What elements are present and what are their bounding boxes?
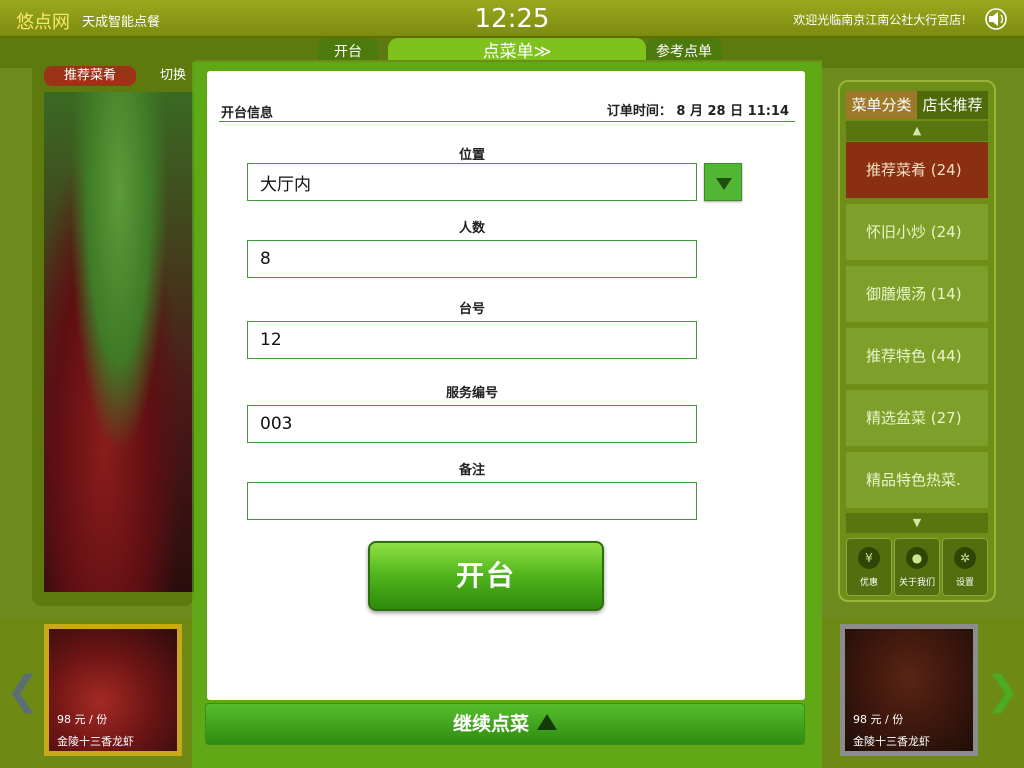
chevron-left-icon[interactable]: ❮	[6, 668, 40, 714]
switch-view-button[interactable]: 切换	[160, 66, 194, 86]
dish-price: 98 元 / 份	[853, 713, 904, 726]
note-label: 备注	[458, 463, 485, 478]
dish-price: 98 元 / 份	[57, 713, 108, 726]
settings-button[interactable]: ✲ 设置	[942, 538, 988, 596]
speaker-icon[interactable]	[984, 7, 1010, 31]
service-number-label: 服务编号	[445, 386, 498, 401]
gear-icon: ✲	[954, 547, 976, 569]
triangle-up-icon	[537, 714, 557, 730]
guests-field[interactable]	[247, 240, 697, 278]
person-icon: ●	[906, 547, 928, 569]
dish-card[interactable]: 98 元 / 份 金陵十三香龙虾	[840, 624, 978, 756]
top-bar: 悠点网 天成智能点餐 12:25 欢迎光临南京江南公社大行宫店!	[0, 0, 1024, 38]
location-label: 位置	[458, 148, 485, 163]
discount-button[interactable]: ¥ 优惠	[846, 538, 892, 596]
dish-image: 98 元 / 份 金陵十三香龙虾	[49, 629, 177, 751]
category-item[interactable]: 怀旧小炒 (24)	[846, 204, 988, 266]
tab-menu-categories[interactable]: 菜单分类	[846, 91, 917, 119]
open-table-button[interactable]: 开台	[368, 541, 604, 611]
sidebar-footer: ¥ 优惠 ● 关于我们 ✲ 设置	[846, 538, 988, 596]
clock: 12:25	[474, 4, 550, 34]
dish-name: 金陵十三香龙虾	[57, 735, 134, 748]
location-field[interactable]	[247, 163, 697, 201]
yen-icon: ¥	[858, 547, 880, 569]
note-field[interactable]	[247, 482, 697, 520]
settings-label: 设置	[955, 578, 974, 588]
location-dropdown-button[interactable]	[704, 163, 742, 201]
continue-ordering-label: 继续点菜	[452, 713, 529, 735]
dish-name: 金陵十三香龙虾	[853, 735, 930, 748]
brand-subtitle: 天成智能点餐	[82, 15, 161, 30]
sidebar-tabs: 菜单分类 店长推荐	[846, 91, 988, 119]
open-table-dialog: 开台信息 订单时间： 8 月 28 日 11:14 位置 人数 台号 服务编号 …	[207, 71, 805, 700]
service-number-field[interactable]	[247, 405, 697, 443]
recommended-badge: 推荐菜肴	[44, 66, 136, 86]
category-item[interactable]: 御膳煨汤 (14)	[846, 266, 988, 328]
dish-card[interactable]: 98 元 / 份 金陵十三香龙虾	[44, 624, 182, 756]
scroll-down-icon[interactable]: ▼	[846, 513, 988, 533]
category-item[interactable]: 推荐菜肴 (24)	[846, 142, 988, 204]
table-number-label: 台号	[458, 302, 485, 317]
featured-dish-image	[44, 92, 194, 592]
table-number-field[interactable]	[247, 321, 697, 359]
divider	[219, 121, 795, 122]
tab-manager-picks[interactable]: 店长推荐	[917, 91, 988, 119]
chevron-right-icon[interactable]: ❯	[986, 668, 1020, 714]
welcome-message: 欢迎光临南京江南公社大行宫店!	[793, 13, 966, 27]
category-item[interactable]: 精品特色热菜.	[846, 452, 988, 514]
discount-label: 优惠	[859, 578, 878, 588]
dialog-title: 开台信息	[221, 106, 274, 121]
about-label: 关于我们	[898, 578, 935, 588]
continue-ordering-button[interactable]: 继续点菜	[205, 703, 805, 745]
dish-image: 98 元 / 份 金陵十三香龙虾	[845, 629, 973, 751]
guests-label: 人数	[458, 221, 485, 236]
category-item[interactable]: 推荐特色 (44)	[846, 328, 988, 390]
category-list: 推荐菜肴 (24) 怀旧小炒 (24) 御膳煨汤 (14) 推荐特色 (44) …	[846, 142, 988, 514]
scroll-up-icon[interactable]: ▲	[846, 121, 988, 141]
category-item[interactable]: 精选盆菜 (27)	[846, 390, 988, 452]
brand-logo: 悠点网	[16, 12, 70, 33]
order-time: 订单时间： 8 月 28 日 11:14	[606, 104, 789, 119]
about-button[interactable]: ● 关于我们	[894, 538, 940, 596]
